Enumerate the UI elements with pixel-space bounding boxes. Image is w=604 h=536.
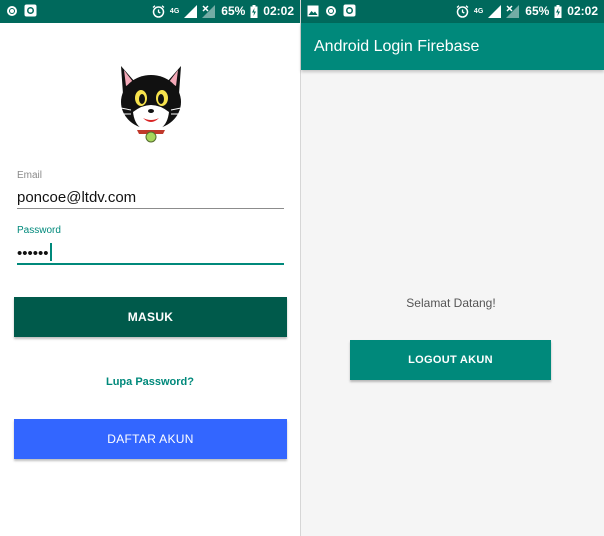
login-screen: 4G 65% 02:02 Email poncoe@ltdv.com Passw… (0, 0, 300, 536)
status-bar: 4G 65% 02:02 (0, 0, 300, 23)
password-field[interactable]: •••••• (17, 243, 52, 262)
signal-x-icon (202, 4, 216, 18)
forgot-password-link[interactable]: Lupa Password? (0, 376, 300, 388)
circle-icon (326, 5, 336, 16)
alarm-icon (152, 4, 165, 18)
app-bar: Android Login Firebase (301, 23, 604, 70)
alarm-icon (456, 4, 469, 18)
network-type: 4G (473, 7, 484, 15)
network-type: 4G (169, 7, 180, 15)
password-underline (17, 263, 284, 265)
battery-charging-icon (554, 4, 562, 18)
logout-button[interactable]: LOGOUT AKUN (350, 340, 551, 380)
battery-percent: 65% (221, 4, 246, 18)
text-cursor (49, 243, 52, 261)
signal-x-icon (506, 4, 520, 18)
login-button[interactable]: MASUK (14, 297, 287, 337)
camera-record-icon (343, 4, 356, 17)
signal-icon (184, 4, 198, 18)
email-label: Email (17, 170, 43, 181)
battery-charging-icon (250, 4, 258, 18)
image-icon (307, 5, 319, 16)
battery-percent: 65% (525, 4, 550, 18)
email-underline (17, 208, 284, 209)
password-dots: •••••• (17, 245, 49, 262)
clock: 02:02 (567, 4, 598, 18)
clock: 02:02 (263, 4, 294, 18)
circle-icon (7, 5, 17, 16)
home-screen: 4G 65% 02:02 Android Login Firebase Sela… (301, 0, 604, 536)
signal-icon (488, 4, 502, 18)
cat-logo-icon (120, 66, 182, 143)
register-button[interactable]: DAFTAR AKUN (14, 419, 287, 459)
app-title: Android Login Firebase (314, 38, 480, 55)
status-bar: 4G 65% 02:02 (301, 0, 604, 23)
password-label: Password (17, 225, 61, 236)
welcome-text: Selamat Datang! (406, 296, 496, 310)
camera-record-icon (24, 4, 37, 17)
email-field[interactable]: poncoe@ltdv.com (17, 189, 136, 206)
